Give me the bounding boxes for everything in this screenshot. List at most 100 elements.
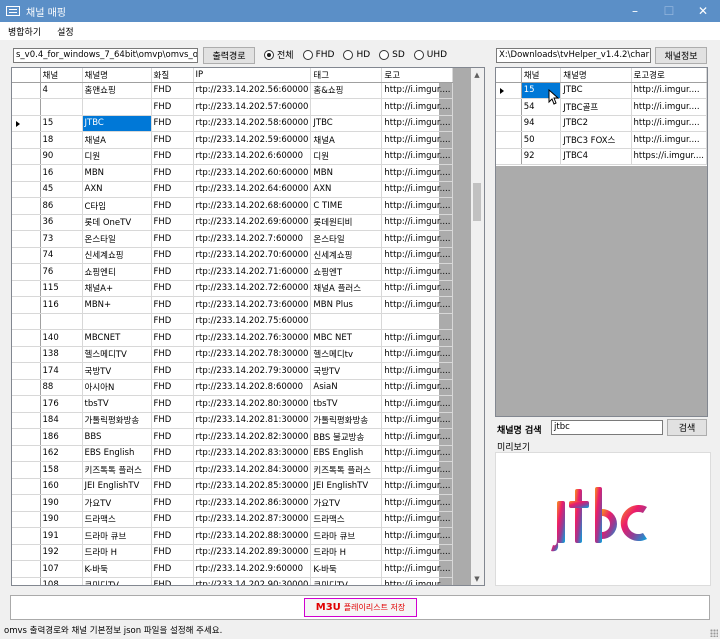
- table-cell[interactable]: 184: [40, 412, 83, 429]
- filter-all-radio[interactable]: 전체: [264, 48, 294, 61]
- table-cell[interactable]: 쇼핑엔티: [82, 263, 152, 281]
- table-row[interactable]: 15 JTBC FHD rtp://233.14.202.58:60000 JTBC ht…: [12, 115, 454, 132]
- table-row[interactable]: 94 JTBC2 http://i.imgur....: [496, 115, 707, 132]
- filter-fhd-radio[interactable]: FHD: [302, 49, 334, 60]
- table-cell[interactable]: 가요TV: [310, 494, 383, 512]
- table-row[interactable]: FHD rtp://233.14.202.75:60000: [12, 313, 454, 330]
- scroll-down-icon[interactable]: ▼: [471, 573, 483, 585]
- table-cell[interactable]: http://i.imgur....: [381, 527, 454, 545]
- table-cell[interactable]: FHD: [151, 461, 194, 479]
- table-cell[interactable]: 키즈톡톡 플러스: [310, 461, 383, 479]
- table-cell[interactable]: JTBC: [560, 82, 632, 99]
- row-header[interactable]: [12, 527, 41, 545]
- table-cell[interactable]: rtp://233.14.202.6:60000: [193, 148, 312, 165]
- table-cell[interactable]: 롯데원티비: [310, 214, 383, 231]
- table-cell[interactable]: tbsTV: [310, 395, 383, 413]
- table-cell[interactable]: 드라마 H: [82, 544, 152, 561]
- row-header[interactable]: [12, 362, 41, 380]
- table-row[interactable]: 54 JTBC골프 http://i.imgur....: [496, 98, 707, 116]
- row-header[interactable]: [12, 131, 41, 149]
- table-cell[interactable]: MBCNET: [82, 329, 152, 347]
- table-row[interactable]: 191 드라마 큐브 FHD rtp://233.14.202.88:30000 드라마…: [12, 527, 454, 545]
- table-row[interactable]: 184 가톨릭평화방송 FHD rtp://233.14.202.81:30000 가톨…: [12, 412, 454, 429]
- table-cell[interactable]: https://i.imgur....: [631, 148, 707, 165]
- table-cell[interactable]: FHD: [151, 247, 194, 264]
- table-cell[interactable]: rtp://233.14.202.8:60000: [193, 379, 312, 396]
- table-cell[interactable]: JTBC3 FOX스: [560, 131, 632, 149]
- row-header[interactable]: [12, 148, 41, 165]
- table-cell[interactable]: FHD: [151, 181, 194, 198]
- table-cell[interactable]: rtp://233.14.202.64:60000: [193, 181, 312, 198]
- row-header[interactable]: [496, 98, 522, 116]
- table-cell[interactable]: 국방TV: [310, 362, 383, 380]
- table-cell[interactable]: AXN: [310, 181, 383, 198]
- table-cell[interactable]: http://i.imgur....: [381, 230, 454, 248]
- output-path-button[interactable]: 출력경로: [203, 47, 255, 64]
- table-cell[interactable]: FHD: [151, 214, 194, 231]
- row-header[interactable]: [496, 131, 522, 149]
- table-cell[interactable]: rtp://233.14.202.68:60000: [193, 197, 312, 215]
- table-cell[interactable]: MBN: [82, 164, 152, 182]
- table-cell[interactable]: rtp://233.14.202.71:60000: [193, 263, 312, 281]
- table-cell[interactable]: JTBC: [82, 115, 152, 132]
- table-cell[interactable]: FHD: [151, 379, 194, 396]
- channel-info-grid[interactable]: 채널 채널명 로고경로 15 JTBC http://i.imgur.... 54 JTBC…: [495, 67, 708, 417]
- table-cell[interactable]: MBN Plus: [310, 296, 383, 314]
- table-cell[interactable]: rtp://233.14.202.57:60000: [193, 98, 312, 116]
- table-cell[interactable]: rtp://233.14.202.70:60000: [193, 247, 312, 264]
- table-row[interactable]: 4 홈앤쇼핑 FHD rtp://233.14.202.56:60000 홈&쇼핑 htt…: [12, 82, 454, 99]
- row-header[interactable]: [12, 247, 41, 264]
- main-column-header[interactable]: 화질: [151, 68, 194, 83]
- table-cell[interactable]: 온스타일: [82, 230, 152, 248]
- table-cell[interactable]: FHD: [151, 296, 194, 314]
- row-header[interactable]: [496, 115, 522, 132]
- table-cell[interactable]: EBS English: [82, 445, 152, 462]
- table-cell[interactable]: K-바둑: [310, 560, 383, 578]
- table-cell[interactable]: BBS 불교방송: [310, 428, 383, 446]
- table-row[interactable]: 160 JEI EnglishTV FHD rtp://233.14.202.85:3…: [12, 478, 454, 495]
- table-row[interactable]: 73 온스타일 FHD rtp://233.14.202.7:60000 온스타일 htt…: [12, 230, 454, 248]
- row-header[interactable]: [12, 82, 41, 99]
- row-header[interactable]: [12, 214, 41, 231]
- resize-grip-icon[interactable]: [710, 629, 718, 637]
- table-row[interactable]: 88 아시아N FHD rtp://233.14.202.8:60000 AsiaN ht…: [12, 379, 454, 396]
- table-cell[interactable]: rtp://233.14.202.86:30000: [193, 494, 312, 512]
- table-cell[interactable]: rtp://233.14.202.85:30000: [193, 478, 312, 495]
- table-row[interactable]: 176 tbsTV FHD rtp://233.14.202.80:30000 tbsT…: [12, 395, 454, 413]
- table-row[interactable]: 140 MBCNET FHD rtp://233.14.202.76:30000 MBC…: [12, 329, 454, 347]
- table-row[interactable]: 74 신세계쇼핑 FHD rtp://233.14.202.70:60000 신세계쇼핑…: [12, 247, 454, 264]
- table-cell[interactable]: [310, 98, 383, 116]
- table-cell[interactable]: JTBC: [310, 115, 383, 132]
- table-row[interactable]: 92 JTBC4 https://i.imgur....: [496, 148, 707, 165]
- table-cell[interactable]: EBS English: [310, 445, 383, 462]
- row-header[interactable]: [12, 395, 41, 413]
- table-cell[interactable]: rtp://233.14.202.90:30000: [193, 577, 312, 585]
- table-cell[interactable]: MBC NET: [310, 329, 383, 347]
- table-cell[interactable]: 채널A: [310, 131, 383, 149]
- table-row[interactable]: 174 국방TV FHD rtp://233.14.202.79:30000 국방TV h…: [12, 362, 454, 380]
- table-cell[interactable]: 가톨릭평화방송: [310, 412, 383, 429]
- table-cell[interactable]: rtp://233.14.202.82:30000: [193, 428, 312, 446]
- title-bar[interactable]: 채널 매핑 – ☐ ✕: [0, 0, 720, 22]
- channel-grid-scrollbar[interactable]: ▲ ▼: [471, 68, 484, 585]
- side-column-header[interactable]: 채널: [521, 68, 562, 83]
- channel-grid[interactable]: 채널 채널명 화질 IP 태그 로고 4 홈앤쇼핑 FHD rtp://233.14.202.5…: [11, 67, 485, 586]
- table-cell[interactable]: JTBC4: [560, 148, 632, 165]
- table-cell[interactable]: [381, 313, 454, 330]
- row-header[interactable]: [12, 230, 41, 248]
- table-cell[interactable]: http://i.imgur....: [381, 560, 454, 578]
- table-cell[interactable]: FHD: [151, 82, 194, 99]
- table-cell[interactable]: FHD: [151, 445, 194, 462]
- table-cell[interactable]: 18: [40, 131, 83, 149]
- row-header[interactable]: [12, 329, 41, 347]
- table-cell[interactable]: http://i.imgur....: [381, 115, 454, 132]
- table-cell[interactable]: http://i.imgur....: [381, 263, 454, 281]
- table-cell[interactable]: 드라맥스: [310, 511, 383, 528]
- table-row[interactable]: 18 채널A FHD rtp://233.14.202.59:60000 채널A http…: [12, 131, 454, 149]
- table-row[interactable]: 76 쇼핑엔티 FHD rtp://233.14.202.71:60000 쇼핑엔T ht…: [12, 263, 454, 281]
- table-cell[interactable]: JEI EnglishTV: [82, 478, 152, 495]
- table-row[interactable]: 192 드라마 H FHD rtp://233.14.202.89:30000 드라마 …: [12, 544, 454, 561]
- table-cell[interactable]: rtp://233.14.202.56:60000: [193, 82, 312, 99]
- table-cell[interactable]: 4: [40, 82, 83, 99]
- table-cell[interactable]: 신세계쇼핑: [310, 247, 383, 264]
